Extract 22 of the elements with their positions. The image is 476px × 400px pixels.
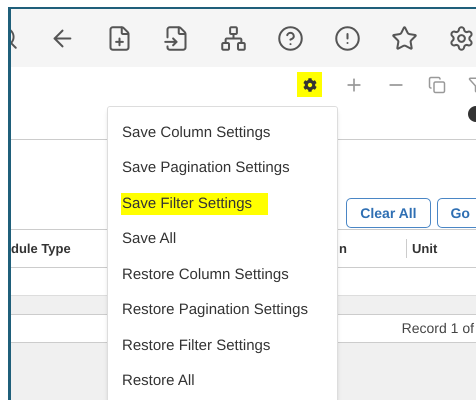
column-header: n — [339, 240, 347, 256]
settings-icon[interactable] — [448, 24, 475, 52]
hierarchy-icon[interactable] — [220, 24, 247, 52]
help-icon[interactable] — [277, 24, 304, 52]
settings-button[interactable] — [297, 72, 322, 97]
record-count: Record 1 of — [402, 319, 474, 338]
menu-item[interactable]: Restore All — [121, 370, 195, 392]
settings-icon — [302, 78, 316, 92]
menu-item[interactable]: Restore Filter Settings — [121, 334, 270, 357]
action-button[interactable]: Go — [436, 198, 476, 228]
column-header: dule Type — [11, 240, 71, 256]
menu-item[interactable]: Save Column Settings — [121, 122, 270, 144]
menu-item[interactable]: Save Pagination Settings — [121, 157, 290, 180]
action-button[interactable]: Clear All — [346, 198, 431, 228]
menu-item[interactable]: Restore Pagination Settings — [121, 299, 308, 322]
menu-item[interactable]: Save All — [121, 228, 176, 250]
star-icon[interactable] — [391, 24, 418, 52]
copy-icon[interactable] — [428, 76, 446, 94]
menu-item[interactable]: Save Filter Settings — [121, 192, 268, 215]
alert-icon[interactable] — [334, 24, 361, 52]
column-header: Unit — [406, 238, 438, 258]
menu-item[interactable]: Restore Column Settings — [121, 264, 289, 286]
